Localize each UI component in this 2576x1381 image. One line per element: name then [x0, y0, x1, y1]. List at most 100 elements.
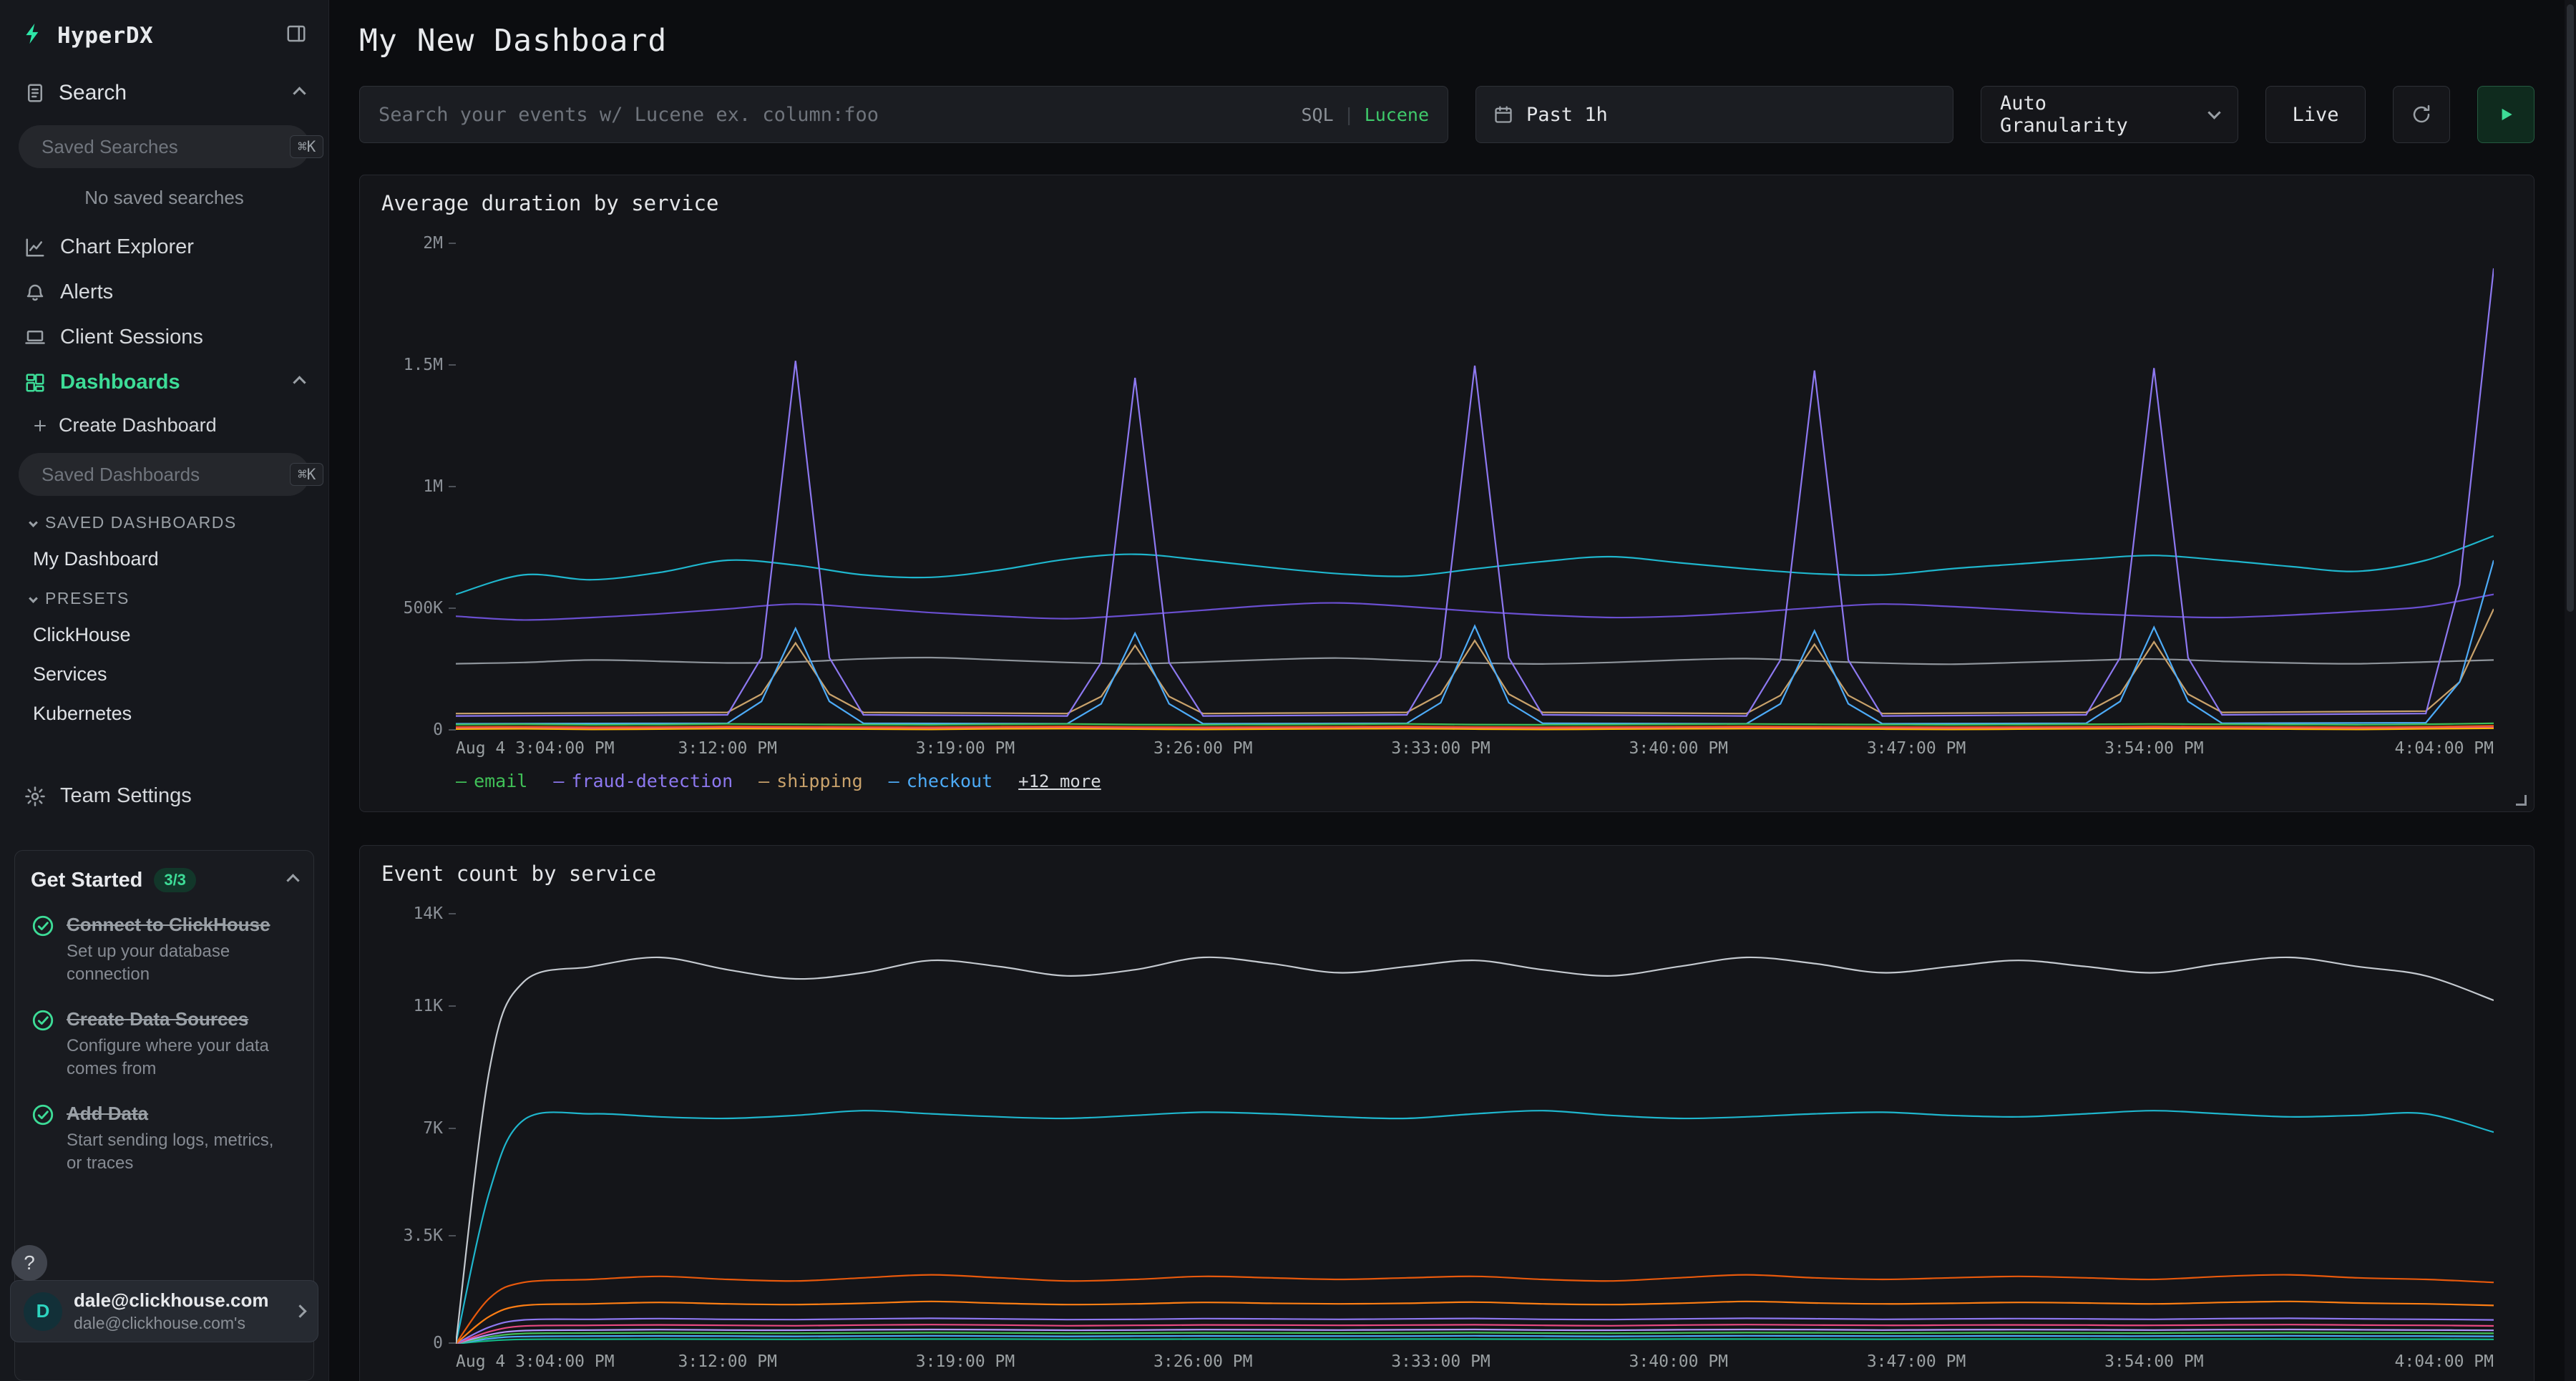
- hyperdx-logo-icon: [21, 21, 46, 49]
- sidebar-item-team-settings[interactable]: Team Settings: [0, 774, 328, 819]
- x-tick-label: Aug 4 3:04:00 PM: [456, 1352, 615, 1371]
- panel-resize-handle[interactable]: [2516, 795, 2527, 806]
- saved-dashboards-search[interactable]: ⌘K: [19, 453, 310, 496]
- granularity-select[interactable]: Auto Granularity: [1981, 86, 2238, 143]
- plot-area: [456, 244, 2494, 731]
- gear-icon: [24, 786, 46, 807]
- dashboard-grid-icon: [24, 372, 46, 394]
- page-scrollbar[interactable]: [2565, 0, 2576, 1381]
- chart-title: Event count by service: [381, 862, 2512, 886]
- sidebar-item-alerts[interactable]: Alerts: [0, 270, 328, 315]
- series-other-cyan: [456, 536, 2494, 595]
- x-tick-label: 3:33:00 PM: [1391, 739, 1490, 758]
- live-button[interactable]: Live: [2265, 86, 2366, 143]
- x-axis: Aug 4 3:04:00 PM3:12:00 PM3:19:00 PM3:26…: [456, 731, 2494, 765]
- chart-panel-event-count: Event count by service 03.5K7K11K14K Aug…: [359, 845, 2534, 1381]
- time-range-picker[interactable]: Past 1h: [1475, 86, 1953, 143]
- series-email: [456, 723, 2494, 725]
- chart-legend: —email—fraud-detection—shipping—checkout…: [381, 1378, 2512, 1381]
- calendar-icon: [1493, 104, 1513, 125]
- x-tick-label: 3:40:00 PM: [1629, 1352, 1728, 1371]
- refresh-button[interactable]: [2393, 86, 2450, 143]
- saved-searches-input[interactable]: [42, 136, 281, 158]
- search-section-toggle[interactable]: Search: [0, 68, 328, 118]
- check-circle-icon: [31, 914, 55, 938]
- chevron-right-icon: [293, 1304, 306, 1317]
- saved-dashboards-group-toggle[interactable]: SAVED DASHBOARDS: [0, 503, 328, 540]
- x-tick-label: 3:26:00 PM: [1153, 739, 1252, 758]
- x-tick-label: 3:54:00 PM: [2104, 1352, 2203, 1371]
- sidebar-item-chart-explorer[interactable]: Chart Explorer: [0, 225, 328, 270]
- series-other-teal: [456, 1339, 2494, 1344]
- sql-mode-label[interactable]: SQL: [1301, 104, 1333, 125]
- chevron-down-icon: [29, 594, 38, 603]
- sidebar-item-my-dashboard[interactable]: My Dashboard: [0, 540, 328, 579]
- x-tick-label: 4:04:00 PM: [2395, 739, 2494, 758]
- search-section-label: Search: [59, 81, 127, 105]
- saved-dashboards-input[interactable]: [42, 464, 281, 486]
- series-other-gray: [456, 957, 2494, 1344]
- saved-searches-search[interactable]: ⌘K: [19, 125, 310, 168]
- y-tick-label: 7K: [423, 1119, 456, 1138]
- legend-more[interactable]: +12 more: [1018, 771, 1101, 791]
- get-started-step: Add DataStart sending logs, metrics, or …: [31, 1103, 298, 1176]
- event-search-input[interactable]: [379, 104, 1289, 126]
- x-tick-label: 3:47:00 PM: [1867, 739, 1966, 758]
- y-tick-label: 1.5M: [404, 356, 456, 374]
- legend-item-checkout: —checkout: [889, 771, 992, 791]
- line-chart: [456, 914, 2494, 1344]
- time-range-value: Past 1h: [1526, 104, 1608, 126]
- sidebar: HyperDX Search ⌘K No saved searches Char…: [0, 0, 329, 1381]
- sidebar-item-dashboards[interactable]: Dashboards: [0, 360, 328, 405]
- app-title: HyperDX: [57, 23, 153, 49]
- series-fraud-detection: [456, 268, 2494, 716]
- sidebar-item-services[interactable]: Services: [0, 655, 328, 694]
- create-dashboard-button[interactable]: Create Dashboard: [0, 405, 328, 446]
- chevron-up-icon: [293, 87, 306, 99]
- chart-title: Average duration by service: [381, 191, 2512, 215]
- y-tick-label: 11K: [413, 997, 456, 1015]
- legend-item-fraud-detection: —fraud-detection: [553, 771, 733, 791]
- chevron-up-icon[interactable]: [286, 874, 299, 887]
- bell-icon: [24, 282, 46, 303]
- event-search-box[interactable]: SQL | Lucene: [359, 86, 1448, 143]
- x-tick-label: Aug 4 3:04:00 PM: [456, 739, 615, 758]
- x-tick-label: 3:40:00 PM: [1629, 739, 1728, 758]
- y-tick-label: 1M: [423, 477, 456, 496]
- laptop-icon: [24, 327, 46, 348]
- y-tick-label: 3.5K: [404, 1226, 456, 1245]
- sidebar-item-clickhouse[interactable]: ClickHouse: [0, 615, 328, 655]
- series-other-yellow: [456, 728, 2494, 730]
- sidebar-item-client-sessions[interactable]: Client Sessions: [0, 315, 328, 360]
- plot-area: [456, 914, 2494, 1344]
- run-query-button[interactable]: [2477, 86, 2534, 143]
- x-axis: Aug 4 3:04:00 PM3:12:00 PM3:19:00 PM3:26…: [456, 1344, 2494, 1378]
- main-content: My New Dashboard SQL | Lucene Past 1h Au…: [329, 0, 2565, 1381]
- plus-icon: [31, 417, 49, 434]
- series-other-pink: [456, 1324, 2494, 1344]
- shortcut-badge: ⌘K: [290, 135, 323, 158]
- y-tick-label: 0: [433, 721, 456, 739]
- chart-panel-avg-duration: Average duration by service 0 500K 1M 1.5M 2…: [359, 175, 2534, 812]
- help-button[interactable]: ?: [11, 1245, 47, 1281]
- x-tick-label: 3:19:00 PM: [916, 1352, 1015, 1371]
- page-title: My New Dashboard: [359, 23, 2534, 59]
- legend-item-shipping: —shipping: [758, 771, 862, 791]
- scrollbar-thumb[interactable]: [2567, 4, 2574, 612]
- get-started-step: Connect to ClickHouseSet up your databas…: [31, 914, 298, 987]
- user-menu[interactable]: D dale@clickhouse.com dale@clickhouse.co…: [10, 1280, 318, 1342]
- x-tick-label: 3:19:00 PM: [916, 739, 1015, 758]
- collapse-sidebar-icon[interactable]: [286, 23, 307, 48]
- presets-group-toggle[interactable]: PRESETS: [0, 579, 328, 615]
- chevron-up-icon: [293, 376, 306, 389]
- play-icon: [2497, 105, 2515, 124]
- check-circle-icon: [31, 1103, 55, 1127]
- y-axis: 0500K1M1.5M2M: [381, 244, 456, 731]
- y-tick-label: 2M: [423, 234, 456, 253]
- lucene-mode-label[interactable]: Lucene: [1365, 104, 1429, 125]
- user-email: dale@clickhouse.com: [74, 1289, 284, 1312]
- sidebar-item-kubernetes[interactable]: Kubernetes: [0, 694, 328, 733]
- series-other-cyan: [456, 1111, 2494, 1344]
- y-tick-label: 500K: [404, 599, 456, 618]
- y-axis: 03.5K7K11K14K: [381, 914, 456, 1344]
